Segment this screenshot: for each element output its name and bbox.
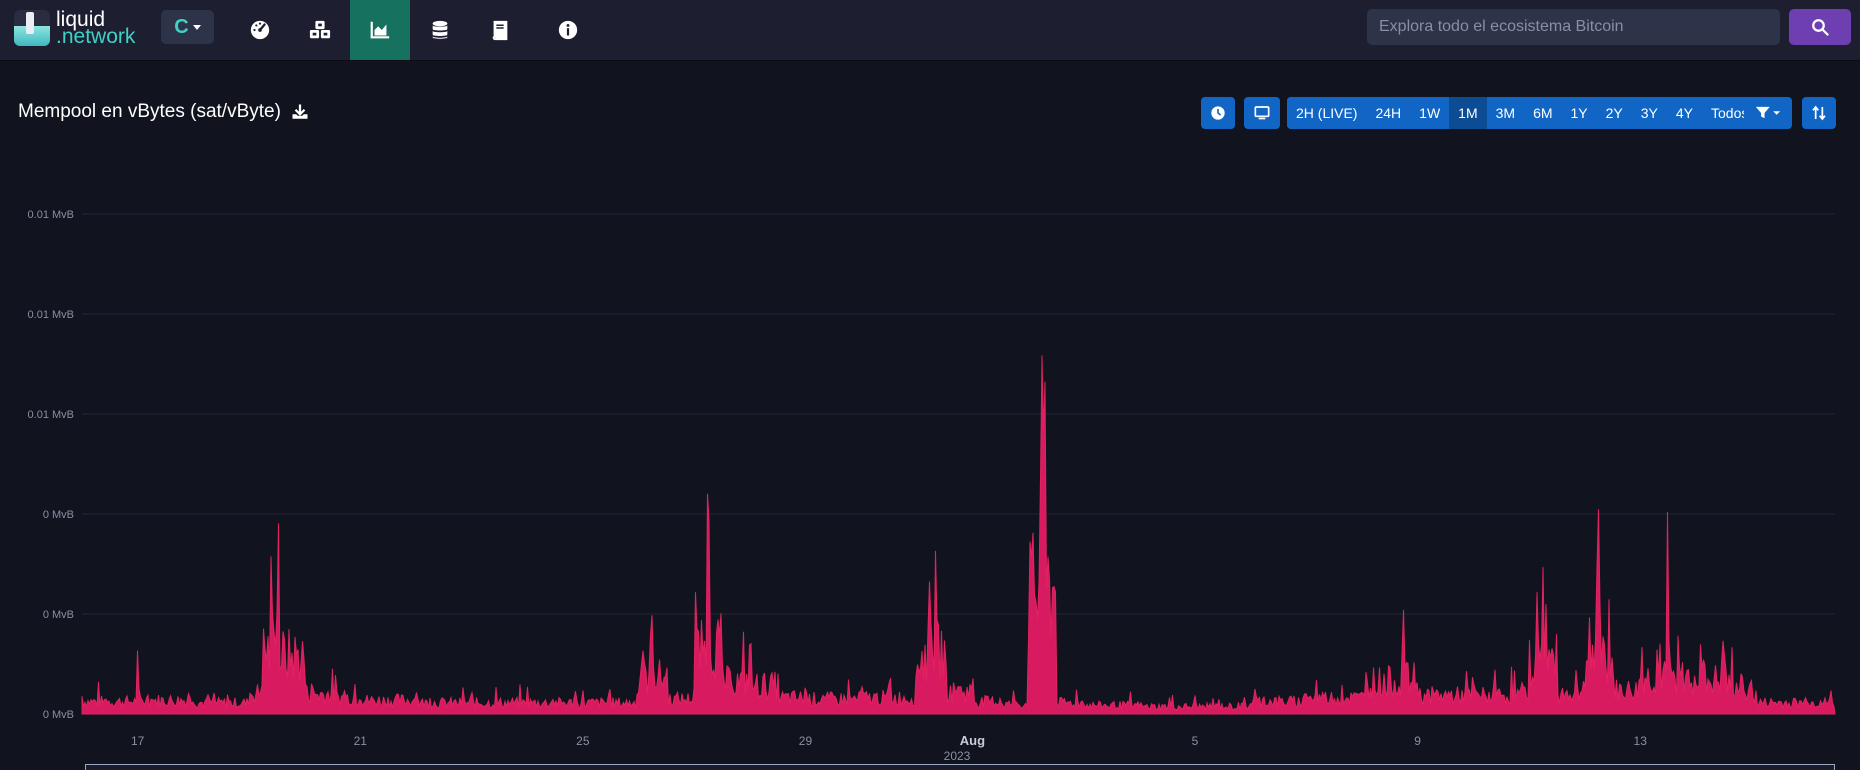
data-zoom-slider[interactable] [85,764,1835,770]
mempool-chart: 0 MvB0 MvB0 MvB0.01 MvB0.01 MvB0.01 MvB … [28,209,1836,763]
y-tick-label: 0.01 MvB [28,209,74,221]
clock-icon [1211,106,1225,120]
clock-toggle-button[interactable] [1201,97,1235,129]
chevron-down-icon [192,24,201,30]
x-tick-label: 25 [576,734,590,748]
mempool-area-series[interactable] [81,355,1836,715]
x-tick-label: 5 [1192,734,1199,748]
range-1m-button[interactable]: 1M [1449,97,1487,129]
y-tick-label: 0.01 MvB [28,409,74,421]
nav-graphs[interactable] [350,0,410,60]
y-tick-label: 0 MvB [43,709,74,721]
gauge-icon [250,20,270,40]
liquid-network-logo[interactable]: liquid .network [14,9,136,48]
sort-arrows-icon [1812,105,1826,121]
nav-docs[interactable] [470,0,530,60]
range-2h-button[interactable]: 2H (LIVE) [1287,97,1367,129]
x-tick-label: Aug [960,733,985,748]
network-selector[interactable]: C [161,10,214,44]
range-6m-button[interactable]: 6M [1524,97,1562,129]
x-tick-label: 13 [1634,734,1648,748]
top-navbar: liquid .network C [0,0,1860,61]
range-4y-button[interactable]: 4Y [1666,97,1703,129]
page-title-row: Mempool en vBytes (sat/vByte) [18,101,309,123]
x-tick-label: 21 [354,734,368,748]
range-3m-button[interactable]: 3M [1486,97,1525,129]
x-tick-label: 29 [799,734,813,748]
x-axis-year-label: 2023 [944,749,971,763]
x-axis-labels: 17 21 25 29 Aug 5 9 13 [131,733,1647,748]
download-icon[interactable] [291,103,309,121]
nav-dashboard[interactable] [230,0,290,60]
x-tick-label: 9 [1414,734,1421,748]
search-input[interactable] [1367,9,1780,45]
y-tick-label: 0.01 MvB [28,309,74,321]
search-icon [1812,19,1829,36]
x-tick-label: 17 [131,734,145,748]
y-tick-label: 0 MvB [43,509,74,521]
nav-about[interactable] [538,0,598,60]
y-axis-labels: 0 MvB 0 MvB 0 MvB 0.01 MvB 0.01 MvB 0.01 MvB [28,209,74,721]
range-1y-button[interactable]: 1Y [1561,97,1597,129]
info-icon [558,20,578,40]
filter-dropdown-button[interactable] [1744,97,1792,129]
cubes-icon [309,20,331,39]
fullscreen-tv-button[interactable] [1244,97,1280,129]
y-tick-label: 0 MvB [43,609,74,621]
search-button[interactable] [1789,9,1851,45]
logo-mark-icon [14,10,50,46]
range-1w-button[interactable]: 1W [1410,97,1450,129]
database-icon [432,20,448,39]
range-3y-button[interactable]: 3Y [1631,97,1667,129]
page-title: Mempool en vBytes (sat/vByte) [18,101,281,122]
range-2y-button[interactable]: 2Y [1596,97,1632,129]
sort-order-button[interactable] [1802,97,1836,129]
monitor-icon [1254,106,1270,120]
nav-blocks[interactable] [290,0,350,60]
logo-text-network: .network [56,25,136,48]
time-range-selector: 2H (LIVE) 24H 1W 1M 3M 6M 1Y 2Y 3Y 4Y To… [1287,97,1758,129]
liquid-network-icon: C [174,15,189,38]
range-24h-button[interactable]: 24H [1366,97,1411,129]
area-chart-icon [370,21,390,39]
chart-grid [82,213,1835,715]
book-icon [492,20,508,41]
nav-assets[interactable] [410,0,470,60]
filter-icon [1755,106,1781,119]
